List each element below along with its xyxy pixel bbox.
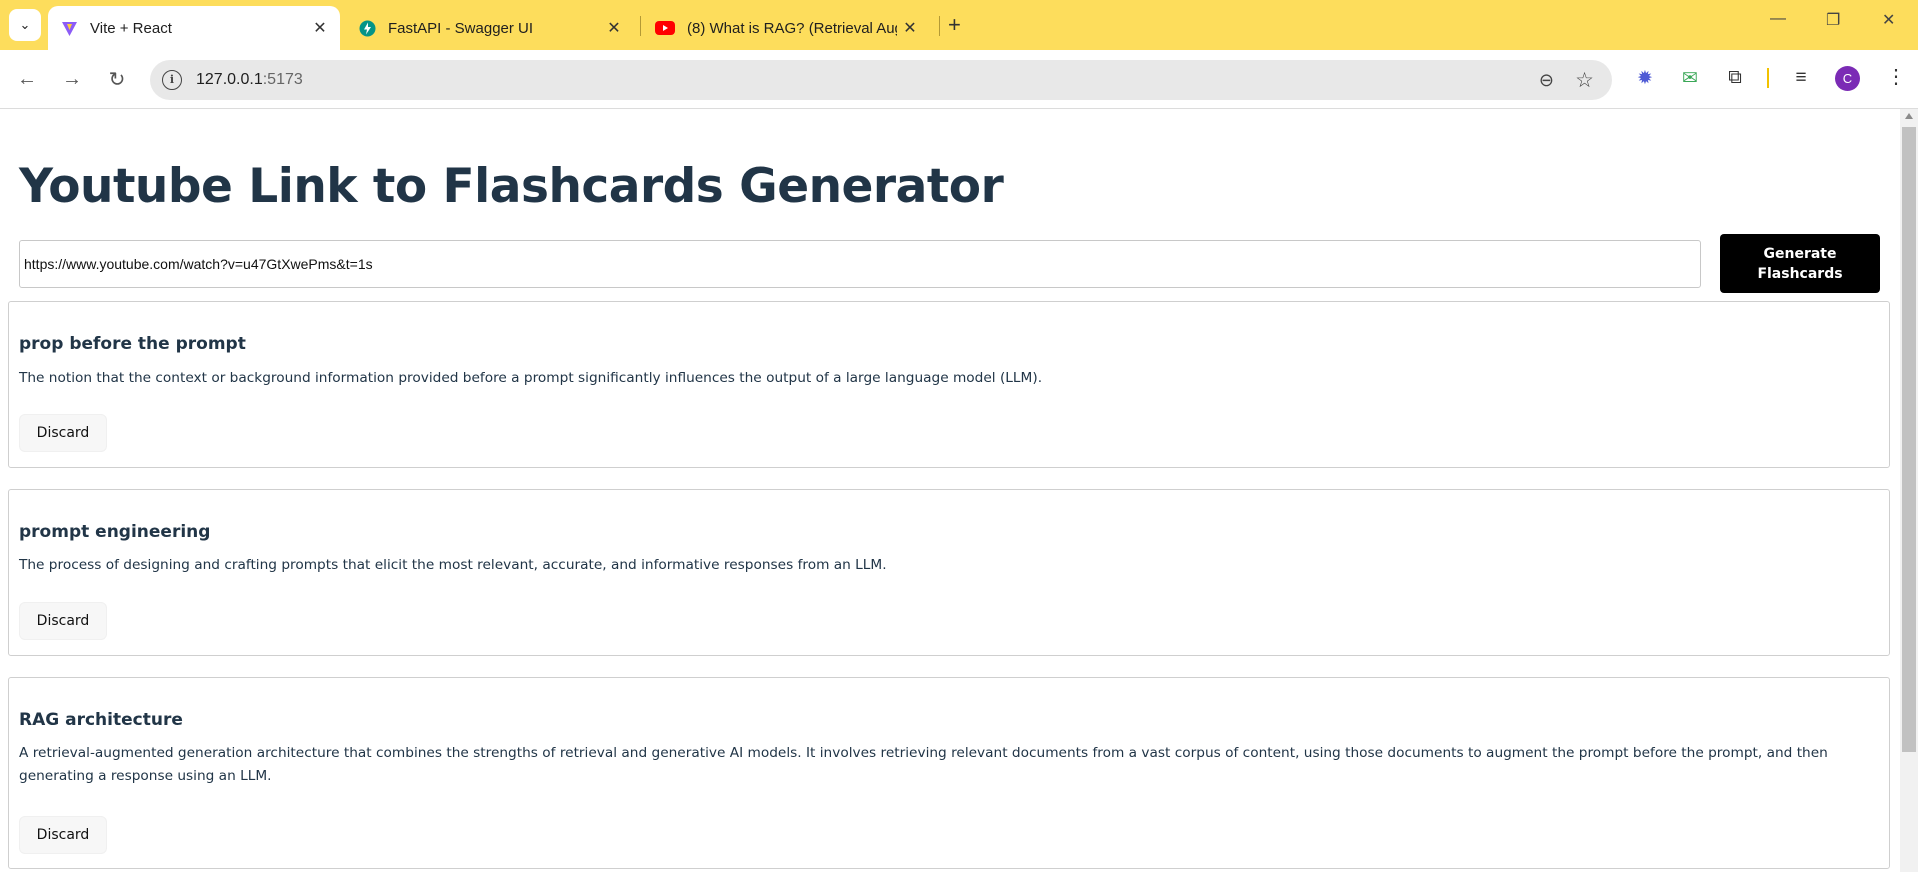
tab-label: Vite + React [90,19,172,37]
address-url: 127.0.0.1:5173 [196,71,303,89]
flashcard-definition: A retrieval-augmented generation archite… [19,745,1828,784]
flashcard-definition: The notion that the context or backgroun… [19,370,1043,386]
bookmark-star-icon[interactable]: ☆ [1575,68,1594,93]
page-content: Youtube Link to Flashcards Generator Gen… [0,109,1900,872]
forward-icon[interactable]: → [59,66,85,92]
flashcard-term: prompt engineering [19,522,211,542]
site-info-icon[interactable]: i [162,70,182,90]
new-tab-icon[interactable]: + [948,12,961,38]
tab-label: (8) What is RAG? (Retrieval Aug [687,19,897,37]
close-tab-icon[interactable]: ✕ [604,18,624,38]
flashcard-term: RAG architecture [19,710,183,730]
chevron-down-icon: ⌄ [19,17,31,32]
generate-flashcards-button[interactable]: Generate Flashcards [1720,234,1880,293]
scroll-up-arrow-icon[interactable] [1905,113,1913,119]
youtube-icon [655,21,675,35]
scrollbar-thumb[interactable] [1902,127,1916,752]
close-window-icon[interactable]: ✕ [1882,10,1895,30]
restore-icon[interactable]: ❐ [1826,10,1840,30]
back-icon[interactable]: ← [14,66,40,92]
flashcard-definition: The process of designing and crafting pr… [19,557,887,573]
minimize-icon[interactable]: — [1770,10,1786,28]
zoom-icon[interactable]: ⊖ [1539,70,1554,91]
extensions-puzzle-icon[interactable]: ⧉ [1723,66,1747,90]
discard-button[interactable]: Discard [19,414,107,452]
flashcard: prompt engineering The process of design… [8,489,1890,656]
flashcard: RAG architecture A retrieval-augmented g… [8,677,1890,869]
vite-icon [62,21,77,36]
close-tab-icon[interactable]: ✕ [310,18,330,38]
tab-separator [939,16,940,36]
flashcard: prop before the prompt The notion that t… [8,301,1890,468]
tab-vite-react[interactable]: Vite + React ✕ [48,6,340,50]
address-port: :5173 [262,71,303,88]
discard-button[interactable]: Discard [19,602,107,640]
tab-youtube[interactable]: (8) What is RAG? (Retrieval Aug ✕ [642,6,930,50]
browser-menu-icon[interactable]: ⋮ [1886,64,1906,89]
reload-icon[interactable]: ↻ [104,66,130,92]
profile-avatar[interactable]: C [1835,66,1860,91]
tab-separator [640,16,641,36]
fastapi-icon [359,20,376,36]
flashcard-term: prop before the prompt [19,334,246,354]
extension-inbox-icon[interactable]: ✉ [1678,66,1702,90]
page-scrollbar[interactable] [1900,109,1918,872]
browser-toolbar: ← → ↻ i 127.0.0.1:5173 ⊖ ☆ [0,50,1918,109]
youtube-url-input[interactable] [19,240,1701,288]
extension-sparkle-icon[interactable]: ✹ [1633,66,1657,90]
tab-search-button[interactable]: ⌄ [9,9,41,41]
address-bar[interactable]: i 127.0.0.1:5173 ⊖ ☆ [150,60,1612,100]
media-controls-icon[interactable]: ≡ [1789,66,1813,90]
discard-button[interactable]: Discard [19,816,107,854]
toolbar-divider [1767,68,1769,88]
close-tab-icon[interactable]: ✕ [900,18,920,38]
tab-label: FastAPI - Swagger UI [388,19,534,37]
page-title: Youtube Link to Flashcards Generator [19,159,1004,214]
tab-fastapi[interactable]: FastAPI - Swagger UI ✕ [346,6,634,50]
address-host: 127.0.0.1 [196,71,263,88]
tab-strip: ⌄ Vite + React ✕ FastAPI - Swagger UI ✕ … [0,0,1918,50]
